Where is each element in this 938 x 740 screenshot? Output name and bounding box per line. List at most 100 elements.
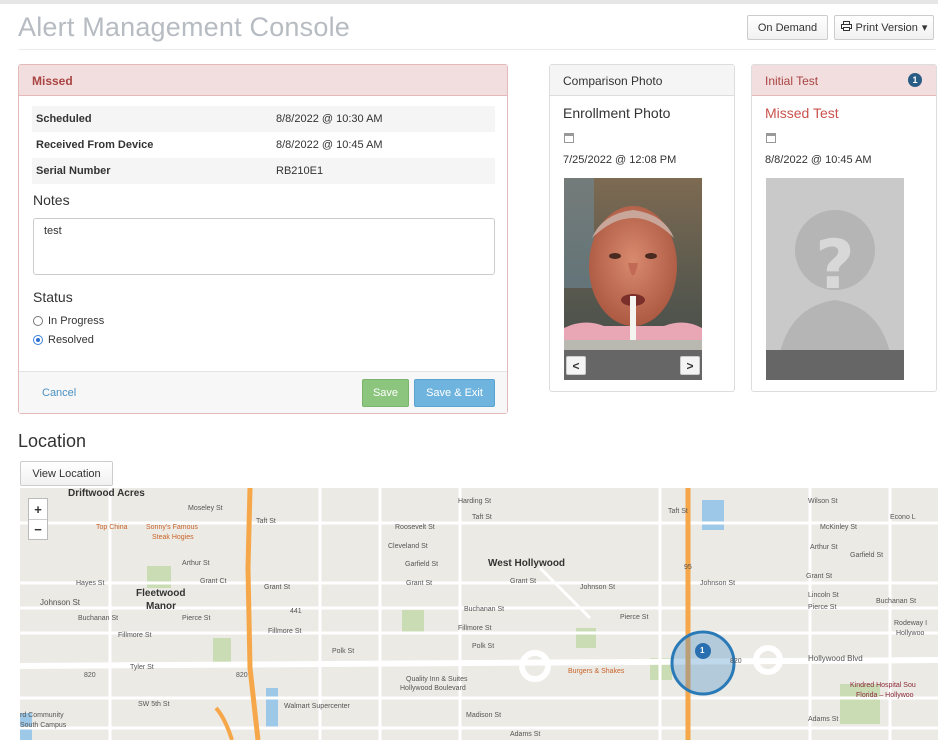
map-label: Hollywood Blvd [808,654,863,663]
map-label: Grant St [510,578,537,585]
map-label: Roosevelt St [395,524,435,531]
highway-shield: 441 [290,608,302,615]
map-label: Buchanan St [876,598,917,605]
map-label: Grant St [806,573,833,580]
highway-shield: 820 [730,658,742,665]
map-label: West Hollywood [488,558,566,569]
alert-info-table: Scheduled 8/8/2022 @ 10:30 AM Received F… [32,106,495,184]
map-label: Fleetwood [136,588,186,599]
highway-shield: 95 [684,564,692,571]
notes-textarea[interactable]: test [33,218,495,275]
map-label: Buchanan St [78,615,119,622]
missed-test-date: 8/8/2022 @ 10:45 AM [765,154,872,166]
page-title: Alert Management Console [18,12,350,42]
row-value: 8/8/2022 @ 10:45 AM [276,139,383,151]
map-label: Hollywoo [896,630,925,637]
map-label: Pierce St [620,614,649,621]
radio-label: In Progress [48,315,105,327]
location-map[interactable]: + − 1 Driftwood Acres Moseley St Top Chi… [20,488,938,740]
map-label: Sonny's Famous [146,524,198,531]
map-label: Lincoln St [808,592,839,599]
view-location-label: View Location [32,467,101,480]
map-label: Adams St [808,716,839,723]
map-label: McKinley St [820,524,857,531]
header-divider [18,49,936,50]
row-label: Serial Number [32,158,272,184]
calendar-icon [564,133,574,143]
map-label: Hayes St [76,580,105,587]
carousel-prev-button[interactable]: < [566,356,586,375]
map-label: Hollywood Boulevard [400,685,466,692]
zoom-in-button[interactable]: + [29,499,47,519]
on-demand-button[interactable]: On Demand [747,15,828,40]
row-value: 8/8/2022 @ 10:30 AM [272,106,495,132]
enrollment-photo-date: 7/25/2022 @ 12:08 PM [563,154,677,166]
map-label: Burgers & Shakes [568,668,625,675]
panel-title: Initial Test [765,74,819,88]
map-label: Polk St [472,643,495,650]
status-option-resolved[interactable]: Resolved [33,334,94,346]
map-label: Driftwood Acres [68,488,145,499]
test-count-badge: 1 [908,73,922,87]
map-label: Garfield St [850,552,884,559]
carousel-bar [766,350,904,380]
map-label: Fillmore St [268,628,302,635]
map-label: Fillmore St [118,632,152,639]
view-location-button[interactable]: View Location [20,461,113,486]
printer-icon [840,21,852,34]
highway-shield: 820 [236,672,248,679]
notes-heading: Notes [33,192,70,208]
map-label: Walmart Supercenter [284,703,350,710]
missed-panel-footer: Cancel Save Save & Exit [19,371,507,413]
map-label: Taft St [472,514,492,521]
missing-photo-placeholder: ? [766,178,904,380]
table-row: Serial Number RB210E1 [32,158,495,184]
initial-test-header: Initial Test 1 [752,65,936,96]
map-label: Madison St [466,712,502,719]
map-label: Moseley St [188,505,223,512]
map-label: Taft St [668,508,688,515]
radio-button[interactable] [33,316,43,326]
cancel-link[interactable]: Cancel [42,387,76,399]
map-label: Johnson St [40,598,81,607]
map-label: rd Community [20,712,64,719]
map-label: Florida – Hollywoo [856,692,914,699]
map-marker[interactable]: 1 [700,646,704,655]
zoom-out-button[interactable]: − [29,519,47,539]
row-label: Scheduled [32,106,272,132]
print-version-label: Print Version [855,21,918,34]
map-label: SW 5th St [138,701,170,708]
map-label: Grant Ct [200,578,227,585]
radio-label: Resolved [48,334,94,346]
map-label: Econo L [890,514,916,521]
map-label: Buchanan St [464,606,505,613]
save-exit-button[interactable]: Save & Exit [414,379,495,407]
map-label: Manor [146,601,176,612]
map-label: South Campus [20,722,67,729]
status-option-in-progress[interactable]: In Progress [33,315,104,327]
carousel-next-button[interactable]: > [680,356,700,375]
map-label: Arthur St [810,544,838,551]
missed-test-title: Missed Test [765,105,839,121]
print-version-button[interactable]: Print Version ▾ [834,15,934,40]
caret-down-icon: ▾ [921,22,928,34]
location-heading: Location [18,431,87,451]
map-label: Adams St [510,731,541,738]
radio-button-checked[interactable] [33,335,43,345]
map-label: Rodeway I [894,620,928,627]
save-button[interactable]: Save [362,379,409,407]
top-border [0,0,938,4]
map-label: Fillmore St [458,625,492,632]
missed-panel-header: Missed [19,65,507,96]
map-label: Steak Hogies [152,534,194,541]
status-heading: Status [33,289,73,305]
carousel-controls: < > [564,350,702,380]
row-value: RB210E1 [272,158,495,184]
map-label: Johnson St [580,584,616,591]
map-label: Grant St [406,580,433,587]
enrollment-photo-title: Enrollment Photo [563,105,671,121]
on-demand-label: On Demand [757,21,818,34]
map-label: Johnson St [700,580,736,587]
map-label: Polk St [332,648,355,655]
panel-title: Comparison Photo [563,74,663,88]
